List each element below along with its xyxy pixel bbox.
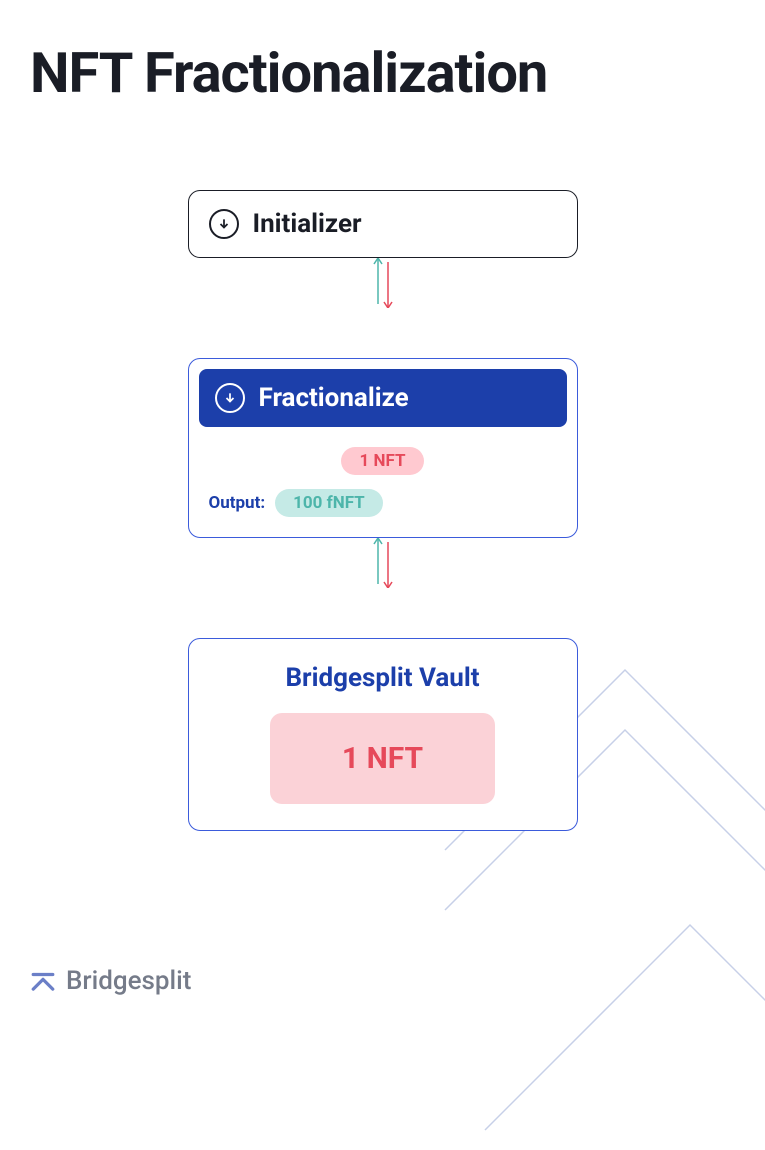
input-pill: 1 NFT bbox=[341, 447, 423, 475]
page-title: NFT Fractionalization bbox=[0, 0, 765, 106]
vault-box: Bridgesplit Vault 1 NFT bbox=[188, 638, 578, 831]
fractionalize-body: 1 NFT Output: 100 fNFT bbox=[199, 427, 567, 527]
initializer-box: Initializer bbox=[188, 190, 578, 258]
download-circle-icon bbox=[215, 383, 245, 413]
initializer-label: Initializer bbox=[253, 209, 362, 239]
brand-footer: Bridgesplit bbox=[30, 966, 191, 996]
fractionalize-label: Fractionalize bbox=[259, 383, 409, 413]
brand-name: Bridgesplit bbox=[66, 966, 191, 996]
connector-1 bbox=[188, 258, 578, 308]
output-label: Output: bbox=[209, 493, 266, 513]
download-circle-icon bbox=[209, 209, 239, 239]
fractionalize-box: Fractionalize 1 NFT Output: 100 fNFT bbox=[188, 358, 578, 538]
output-pill: 100 fNFT bbox=[275, 489, 383, 517]
vault-content-pill: 1 NFT bbox=[270, 713, 495, 804]
diagram-container: Initializer Fractionalize 1 NFT Output: bbox=[188, 190, 578, 831]
vault-title: Bridgesplit Vault bbox=[285, 663, 479, 693]
connector-2 bbox=[188, 538, 578, 588]
bridgesplit-icon bbox=[30, 968, 56, 994]
fractionalize-header: Fractionalize bbox=[199, 369, 567, 427]
output-row: Output: 100 fNFT bbox=[209, 489, 557, 517]
